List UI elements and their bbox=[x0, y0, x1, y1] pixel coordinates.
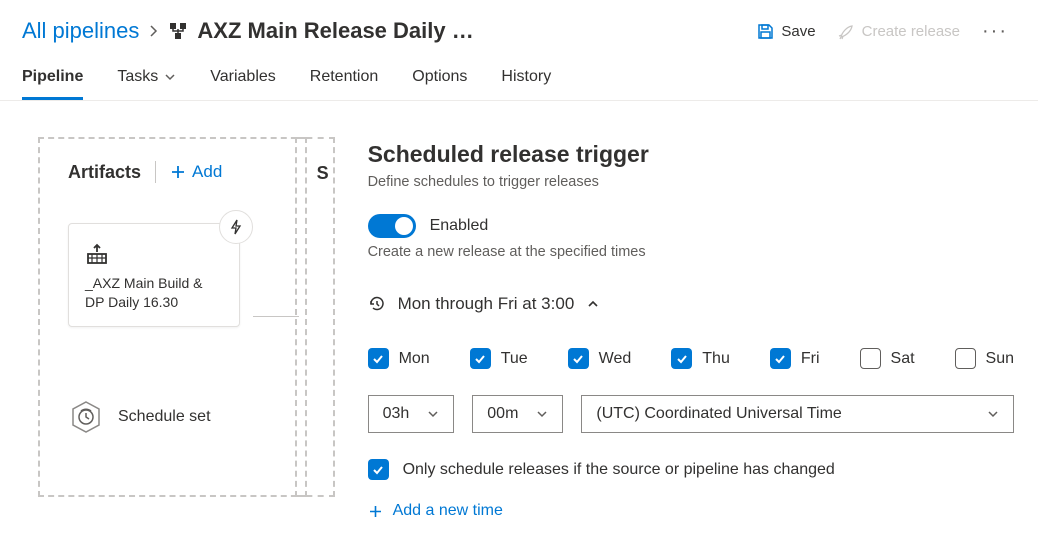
day-checkbox-fri[interactable]: Fri bbox=[770, 348, 820, 369]
day-label: Fri bbox=[801, 350, 820, 368]
artifacts-title: Artifacts bbox=[68, 162, 141, 183]
chevron-right-icon bbox=[149, 24, 159, 38]
days-row: Mon Tue Wed Thu Fri Sat Sun bbox=[368, 348, 1014, 369]
tab-tasks[interactable]: Tasks bbox=[117, 56, 176, 100]
day-checkbox-thu[interactable]: Thu bbox=[671, 348, 730, 369]
schedule-trigger-panel: Scheduled release trigger Define schedul… bbox=[326, 101, 1038, 520]
schedule-summary-text: Mon through Fri at 3:00 bbox=[398, 294, 575, 314]
stages-panel-peek: S bbox=[295, 137, 335, 497]
pipeline-icon bbox=[169, 22, 187, 40]
chevron-up-icon bbox=[586, 297, 600, 311]
day-checkbox-sat[interactable]: Sat bbox=[860, 348, 915, 369]
artifact-trigger-badge[interactable] bbox=[219, 210, 253, 244]
schedule-indicator[interactable]: Schedule set bbox=[68, 399, 285, 435]
build-icon bbox=[85, 242, 223, 266]
hour-value: 03h bbox=[383, 405, 410, 423]
tab-pipeline[interactable]: Pipeline bbox=[22, 56, 83, 100]
tab-retention[interactable]: Retention bbox=[310, 56, 379, 100]
timezone-select[interactable]: (UTC) Coordinated Universal Time bbox=[581, 395, 1014, 433]
panel-title: Scheduled release trigger bbox=[368, 141, 1014, 168]
connector-line bbox=[253, 316, 299, 328]
panel-subtitle: Define schedules to trigger releases bbox=[368, 174, 1014, 190]
timezone-value: (UTC) Coordinated Universal Time bbox=[596, 405, 841, 423]
chevron-down-icon bbox=[536, 408, 548, 420]
create-release-button: Create release bbox=[838, 23, 960, 40]
day-label: Wed bbox=[599, 350, 632, 368]
only-if-changed-label: Only schedule releases if the source or … bbox=[403, 461, 835, 479]
only-if-changed-checkbox[interactable]: Only schedule releases if the source or … bbox=[368, 459, 1014, 480]
breadcrumb: All pipelines AXZ Main Release Daily … bbox=[22, 18, 757, 44]
schedule-set-label: Schedule set bbox=[118, 408, 211, 426]
artifact-card[interactable]: _AXZ Main Build & DP Daily 16.30 bbox=[68, 223, 240, 327]
save-icon bbox=[757, 23, 774, 40]
minute-value: 00m bbox=[487, 405, 518, 423]
enabled-toggle[interactable] bbox=[368, 214, 416, 238]
pipeline-title: AXZ Main Release Daily … bbox=[169, 18, 473, 44]
tab-tasks-label: Tasks bbox=[117, 68, 158, 86]
chevron-down-icon bbox=[987, 408, 999, 420]
chevron-down-icon bbox=[427, 408, 439, 420]
lightning-icon bbox=[228, 219, 244, 235]
save-label: Save bbox=[781, 23, 815, 40]
rocket-icon bbox=[838, 23, 855, 40]
add-artifact-label: Add bbox=[192, 162, 222, 182]
enabled-toggle-label: Enabled bbox=[430, 217, 489, 235]
schedule-summary-row[interactable]: Mon through Fri at 3:00 bbox=[368, 294, 1014, 314]
tab-options[interactable]: Options bbox=[412, 56, 467, 100]
divider bbox=[155, 161, 156, 183]
tab-variables[interactable]: Variables bbox=[210, 56, 276, 100]
day-label: Sat bbox=[891, 350, 915, 368]
enabled-toggle-desc: Create a new release at the specified ti… bbox=[368, 244, 1014, 260]
add-new-time-label: Add a new time bbox=[393, 502, 503, 520]
artifact-name: _AXZ Main Build & DP Daily 16.30 bbox=[85, 274, 223, 312]
chevron-down-icon bbox=[164, 71, 176, 83]
create-release-label: Create release bbox=[862, 23, 960, 40]
plus-icon bbox=[368, 504, 383, 519]
pipeline-title-text: AXZ Main Release Daily … bbox=[197, 18, 473, 44]
history-icon bbox=[368, 295, 386, 313]
more-actions-button[interactable]: ··· bbox=[982, 20, 1008, 43]
hour-select[interactable]: 03h bbox=[368, 395, 455, 433]
add-new-time-button[interactable]: Add a new time bbox=[368, 502, 1014, 520]
day-checkbox-sun[interactable]: Sun bbox=[955, 348, 1014, 369]
clock-hex-icon bbox=[68, 399, 104, 435]
day-checkbox-wed[interactable]: Wed bbox=[568, 348, 632, 369]
day-label: Mon bbox=[399, 350, 430, 368]
day-checkbox-tue[interactable]: Tue bbox=[470, 348, 528, 369]
tab-bar: Pipeline Tasks Variables Retention Optio… bbox=[0, 56, 1038, 101]
plus-icon bbox=[170, 164, 186, 180]
day-checkbox-mon[interactable]: Mon bbox=[368, 348, 430, 369]
day-label: Sun bbox=[986, 350, 1014, 368]
minute-select[interactable]: 00m bbox=[472, 395, 563, 433]
tab-history[interactable]: History bbox=[501, 56, 551, 100]
save-button[interactable]: Save bbox=[757, 23, 815, 40]
add-artifact-button[interactable]: Add bbox=[170, 162, 222, 182]
day-label: Thu bbox=[702, 350, 730, 368]
day-label: Tue bbox=[501, 350, 528, 368]
breadcrumb-root-link[interactable]: All pipelines bbox=[22, 18, 139, 44]
